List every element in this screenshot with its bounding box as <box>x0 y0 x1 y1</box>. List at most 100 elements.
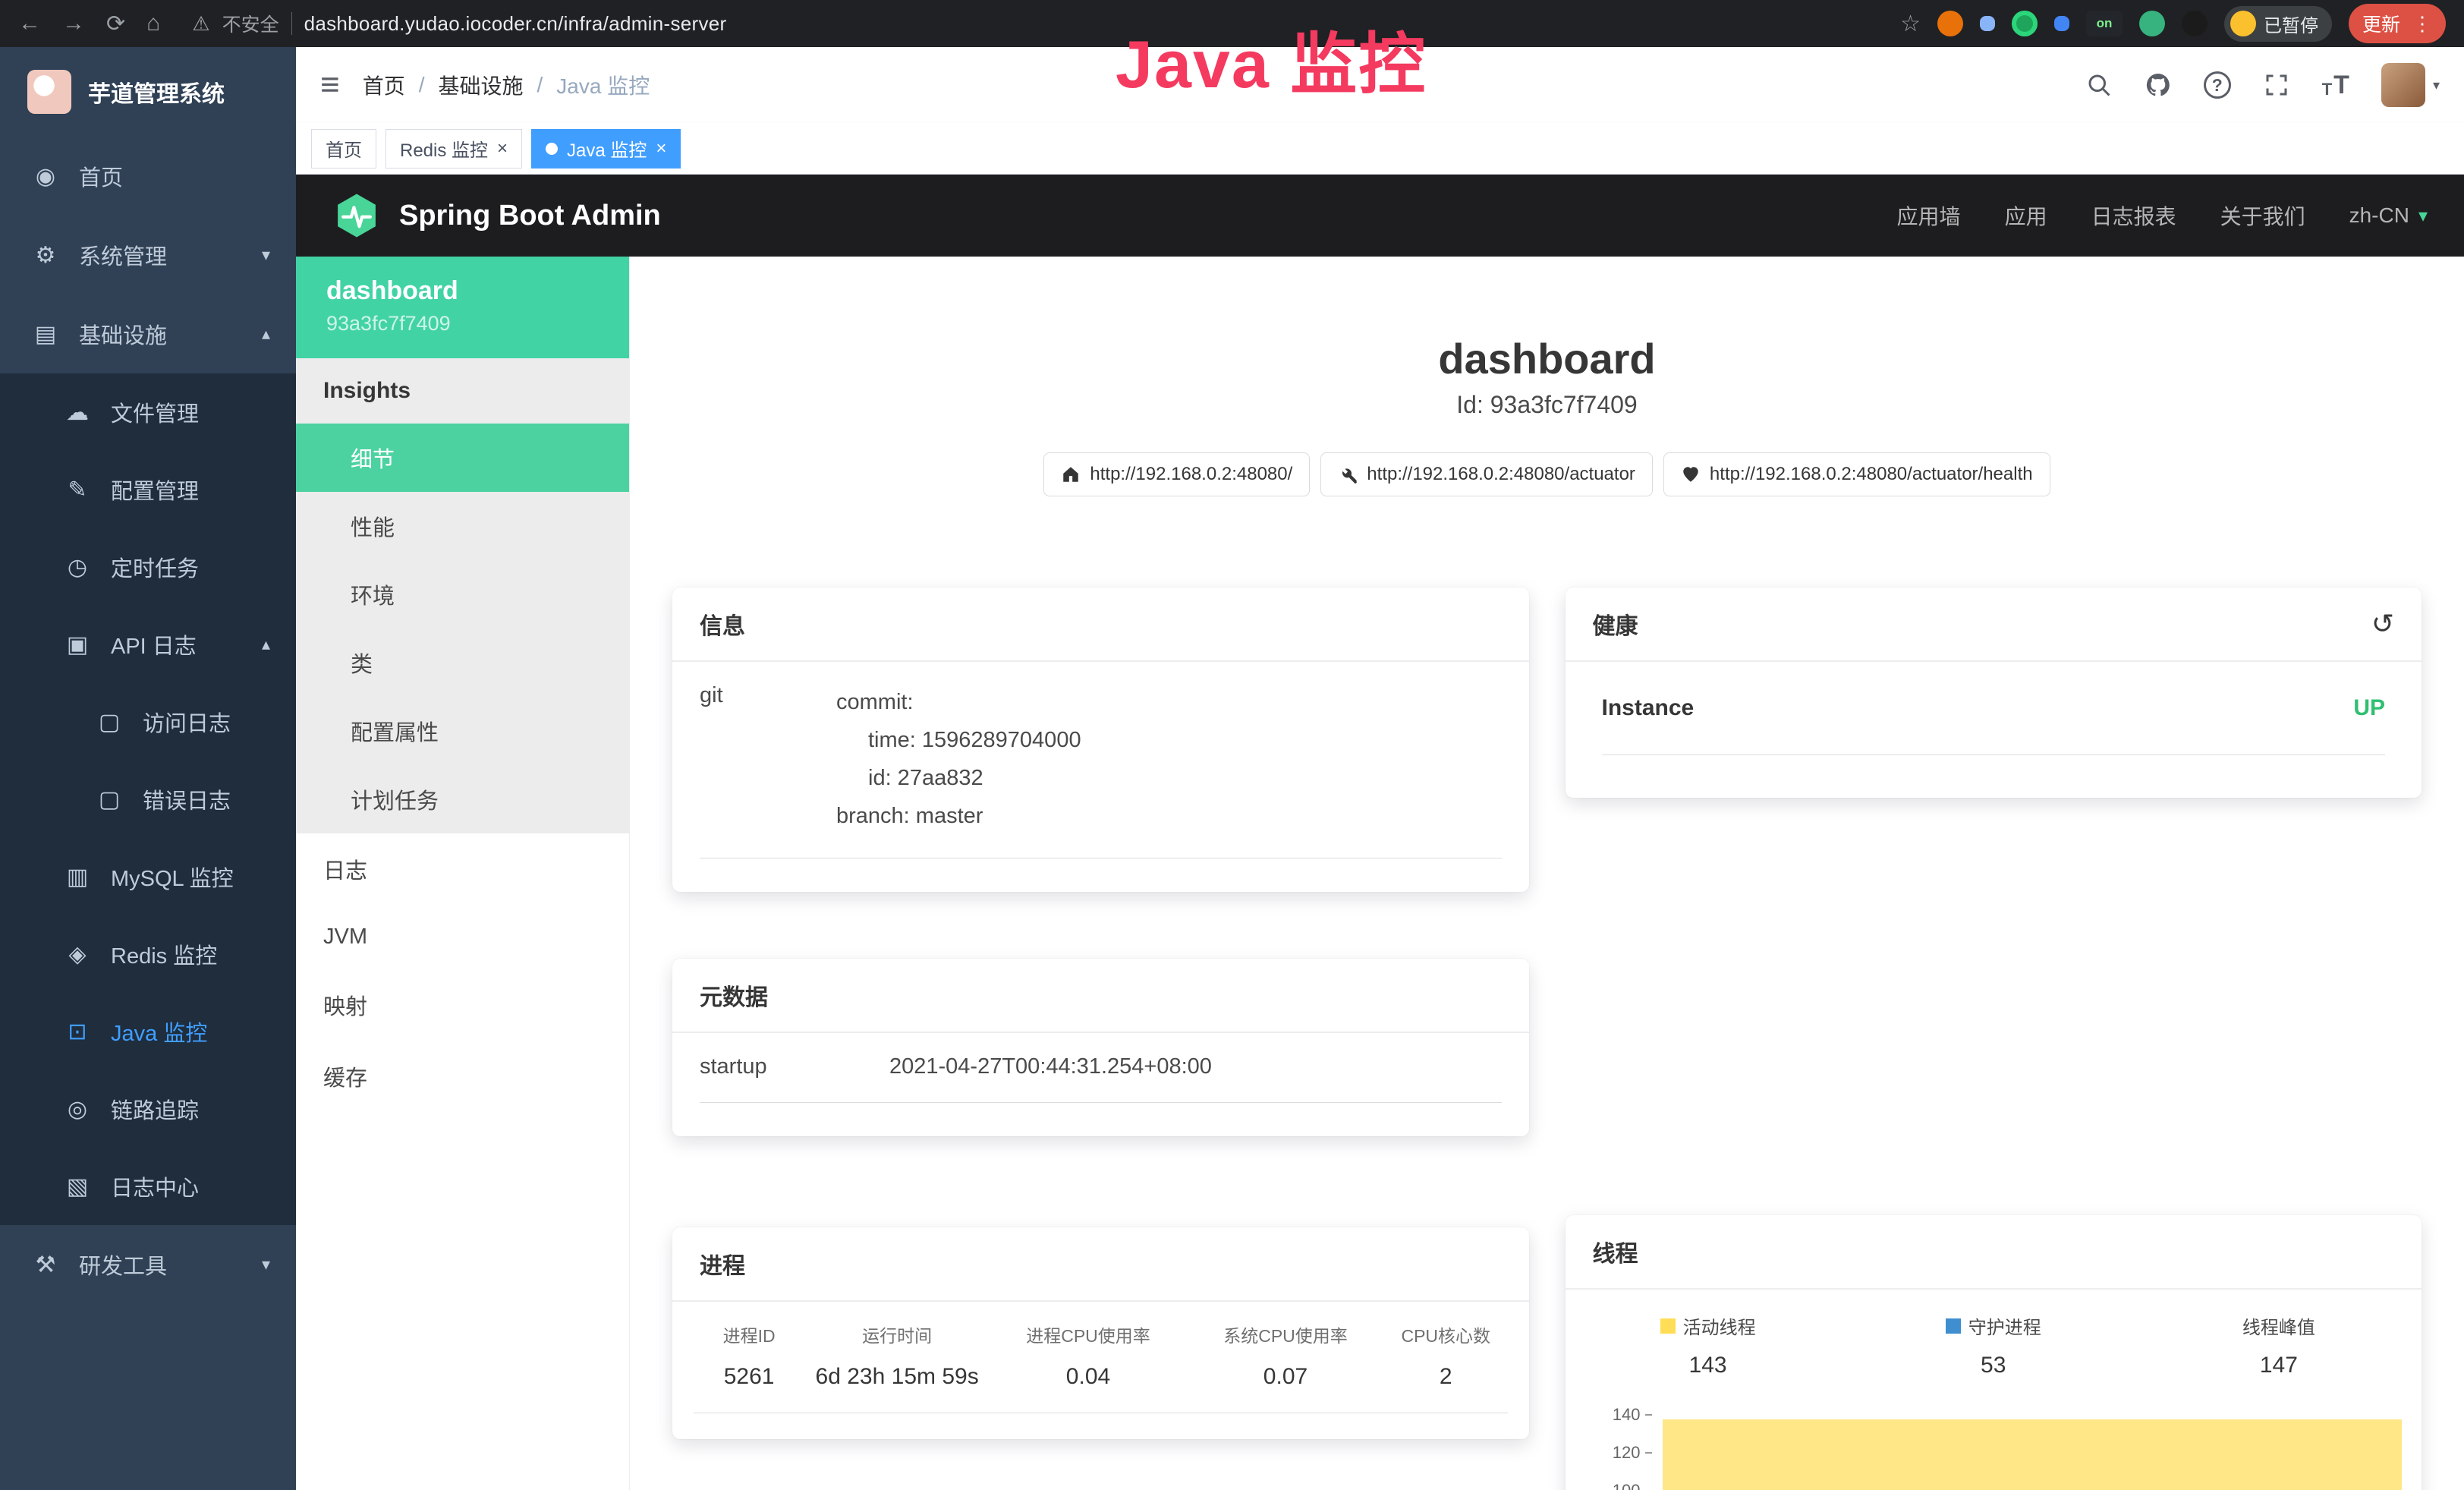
legend-label: 守护进程 <box>1968 1312 2041 1339</box>
hamburger-icon[interactable]: ≡ <box>320 68 340 102</box>
process-header-cell: 运行时间 <box>804 1321 990 1347</box>
extension-green-icon[interactable] <box>2012 11 2038 36</box>
tab-redis-monitor[interactable]: Redis 监控 × <box>385 129 522 169</box>
sidebar-item-label: 首页 <box>79 160 123 192</box>
sidebar-item-file-manage[interactable]: ☁ 文件管理 <box>0 373 296 451</box>
legend-swatch-daemon-icon <box>1946 1318 1961 1334</box>
app-logo-row[interactable]: 芋道管理系统 <box>0 47 296 137</box>
back-icon[interactable]: ← <box>18 11 41 36</box>
user-menu[interactable]: ▾ <box>2381 63 2440 107</box>
security-warning-label: 不安全 <box>222 10 279 37</box>
sidebar-item-label: MySQL 监控 <box>111 861 234 893</box>
sba-sidebar-section-insights[interactable]: Insights <box>296 358 629 424</box>
sba-nav-item-about[interactable]: 关于我们 <box>2220 200 2305 231</box>
smiley-icon <box>2230 11 2256 36</box>
card-health-header: 健康 ↺ <box>1566 587 2422 662</box>
sidebar-item-trace[interactable]: ◎ 链路追踪 <box>0 1070 296 1148</box>
extension-leaf-icon[interactable] <box>2139 11 2165 36</box>
info-value-line: time: 1596289704000 <box>836 721 1081 759</box>
address-url[interactable]: dashboard.yudao.iocoder.cn/infra/admin-s… <box>304 12 727 36</box>
card-threads-header: 线程 <box>1566 1215 2422 1290</box>
actuator-url-button[interactable]: http://192.168.0.2:48080/actuator <box>1320 452 1653 496</box>
tab-close-icon[interactable]: × <box>656 138 666 159</box>
sba-sidebar-item-details[interactable]: 细节 <box>296 424 629 492</box>
sidebar-item-redis-monitor[interactable]: ◈ Redis 监控 <box>0 915 296 993</box>
security-warning-icon[interactable]: ⚠ <box>192 12 209 36</box>
search-icon[interactable] <box>2085 71 2113 99</box>
reload-icon[interactable]: ⟳ <box>106 11 125 37</box>
health-url-button[interactable]: http://192.168.0.2:48080/actuator/health <box>1663 452 2050 496</box>
help-icon[interactable]: ? <box>2204 71 2231 99</box>
sidebar-item-label: 链路追踪 <box>111 1093 199 1125</box>
paused-badge[interactable]: 已暂停 <box>2224 6 2332 42</box>
tab-label: Java 监控 <box>567 135 647 162</box>
sidebar-item-home[interactable]: ◉ 首页 <box>0 137 296 216</box>
legend-item-live: 活动线程 143 <box>1566 1312 1851 1378</box>
sba-sidebar-item-classes[interactable]: 类 <box>296 628 629 697</box>
sidebar-item-access-log[interactable]: ▢ 访问日志 <box>0 683 296 761</box>
sidebar-item-infra[interactable]: ▤ 基础设施 ▴ <box>0 295 296 373</box>
process-header-cell: CPU核心数 <box>1384 1321 1508 1347</box>
github-icon[interactable] <box>2145 71 2172 99</box>
browser-menu-kebab-icon[interactable]: ⋮ <box>2412 12 2432 36</box>
database-icon: ▥ <box>64 864 91 890</box>
legend-item-daemon: 守护进程 53 <box>1851 1312 2136 1378</box>
tab-home[interactable]: 首页 <box>311 129 376 169</box>
sba-sidebar-item-caches[interactable]: 缓存 <box>296 1041 629 1112</box>
cloud-icon: ☁ <box>64 399 91 426</box>
breadcrumb-item-current: Java 监控 <box>556 70 650 100</box>
sba-brand-title[interactable]: Spring Boot Admin <box>399 200 661 232</box>
sba-sidebar-item-scheduled-tasks[interactable]: 计划任务 <box>296 765 629 833</box>
sba-sidebar-item-metrics[interactable]: 性能 <box>296 492 629 560</box>
actuator-url-label: http://192.168.0.2:48080/actuator <box>1367 464 1635 485</box>
extension-on-badge[interactable]: on <box>2086 11 2123 36</box>
chart-area <box>1663 1419 2403 1490</box>
sidebar-item-error-log[interactable]: ▢ 错误日志 <box>0 761 296 838</box>
sidebar-item-label: 日志中心 <box>111 1170 199 1202</box>
legend-label: 活动线程 <box>1683 1312 1756 1339</box>
sidebar-item-mysql-monitor[interactable]: ▥ MySQL 监控 <box>0 838 296 915</box>
sidebar-item-system[interactable]: ⚙ 系统管理 ▾ <box>0 216 296 295</box>
forward-icon[interactable]: → <box>62 11 85 36</box>
sidebar-item-config-manage[interactable]: ✎ 配置管理 <box>0 451 296 528</box>
home-icon[interactable]: ⌂ <box>146 11 160 36</box>
font-size-icon[interactable]: TT <box>2322 72 2349 98</box>
history-icon[interactable]: ↺ <box>2371 610 2394 638</box>
extension-orange-icon[interactable] <box>1937 11 1963 36</box>
instance-header[interactable]: dashboard 93a3fc7f7409 <box>296 257 629 358</box>
sidebar-item-label: 访问日志 <box>143 706 231 738</box>
sba-nav-item-wallboard[interactable]: 应用墙 <box>1897 200 1961 231</box>
legend-value: 143 <box>1566 1353 1851 1378</box>
sba-nav-item-applications[interactable]: 应用 <box>2005 200 2047 231</box>
service-url-button[interactable]: http://192.168.0.2:48080/ <box>1043 452 1310 496</box>
sidebar-item-log-center[interactable]: ▧ 日志中心 <box>0 1148 296 1225</box>
extension-camera-icon[interactable] <box>1980 16 1995 31</box>
breadcrumb-item-infra[interactable]: 基础设施 <box>438 70 523 100</box>
sba-sidebar-item-jvm[interactable]: JVM <box>296 905 629 969</box>
extension-paw-icon[interactable] <box>2182 11 2208 36</box>
sba-body: dashboard 93a3fc7f7409 Insights 细节 性能 环境… <box>296 257 2464 1490</box>
language-select[interactable]: zh-CN ▾ <box>2349 203 2428 228</box>
sidebar-item-java-monitor[interactable]: ⊡ Java 监控 <box>0 993 296 1070</box>
tab-java-monitor[interactable]: Java 监控 × <box>531 129 681 169</box>
fullscreen-icon[interactable] <box>2263 71 2290 99</box>
sidebar-item-label: 系统管理 <box>79 239 167 271</box>
document-icon: ▣ <box>64 632 91 658</box>
update-button[interactable]: 更新 ⋮ <box>2349 4 2446 43</box>
sba-sidebar-item-environment[interactable]: 环境 <box>296 560 629 628</box>
sidebar-item-scheduled-jobs[interactable]: ◷ 定时任务 <box>0 528 296 606</box>
health-instance-row[interactable]: Instance UP <box>1602 662 2386 755</box>
sba-sidebar-item-mappings[interactable]: 映射 <box>296 969 629 1041</box>
sba-nav-item-journal[interactable]: 日志报表 <box>2091 200 2176 231</box>
sba-sidebar-item-config-props[interactable]: 配置属性 <box>296 697 629 765</box>
sba-sidebar-item-logs[interactable]: 日志 <box>296 833 629 905</box>
info-value-line: branch: master <box>836 797 1081 835</box>
eye-icon: ◎ <box>64 1096 91 1123</box>
breadcrumb-item-home[interactable]: 首页 <box>363 70 405 100</box>
address-bar[interactable]: ⚠ 不安全 dashboard.yudao.iocoder.cn/infra/a… <box>192 10 1879 37</box>
sidebar-item-dev-tools[interactable]: ⚒ 研发工具 ▾ <box>0 1225 296 1304</box>
extension-grid-icon[interactable] <box>2054 16 2069 31</box>
sidebar-item-api-log[interactable]: ▣ API 日志 ▴ <box>0 606 296 683</box>
tab-close-icon[interactable]: × <box>497 138 508 159</box>
bookmark-star-icon[interactable]: ☆ <box>1900 11 1921 37</box>
